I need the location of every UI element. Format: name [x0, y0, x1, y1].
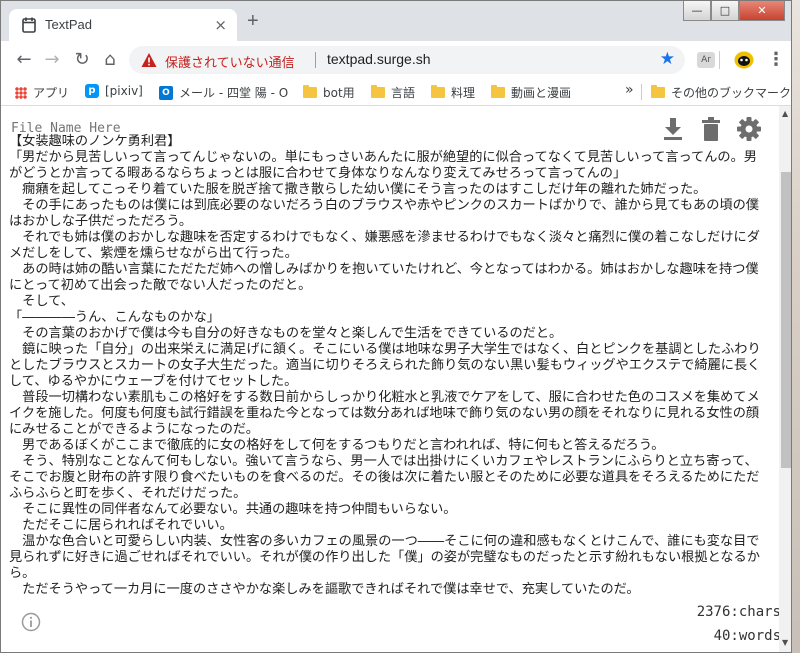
tab-title: TextPad [45, 17, 92, 32]
folder-icon [651, 85, 665, 98]
folder-icon [303, 85, 317, 98]
word-count: 40:words [713, 628, 781, 644]
scrollbar-thumb[interactable] [781, 172, 791, 468]
bookmark-pixiv[interactable]: p [pixiv] [85, 84, 143, 98]
home-icon[interactable]: ⌂ [99, 50, 121, 70]
browser-toolbar: ← → ↻ ⌂ 保護されていない通信 textpad.surge.sh ★ Ar… [1, 41, 791, 79]
bookmark-apps[interactable]: アプリ [15, 84, 69, 101]
char-count: 2376:chars [696, 604, 781, 620]
vertical-scrollbar[interactable]: ▲ ▼ [779, 106, 791, 652]
back-arrow-icon[interactable]: ← [13, 50, 35, 70]
window-controls: — □ ✕ [683, 1, 785, 23]
address-bar[interactable]: 保護されていない通信 textpad.surge.sh ★ [129, 46, 685, 74]
bookmark-label: bot用 [323, 86, 355, 100]
minimize-button[interactable]: — [683, 1, 711, 21]
bookmark-label: 料理 [451, 86, 476, 100]
outlook-icon: O [159, 85, 173, 100]
bookmark-mail[interactable]: O メール - 四堂 陽 - O [159, 84, 288, 101]
bookmark-language[interactable]: 言語 [371, 84, 415, 101]
info-icon[interactable] [21, 612, 41, 632]
bookmark-label: [pixiv] [105, 84, 143, 98]
tab-textpad[interactable]: TextPad × [9, 9, 237, 41]
folder-icon [491, 85, 505, 98]
warning-icon [141, 53, 157, 67]
maximize-button[interactable]: □ [711, 1, 739, 21]
omnibox-divider [315, 52, 316, 68]
notepad-icon [22, 17, 36, 33]
new-tab-button[interactable]: + [247, 11, 259, 31]
bookmark-videos[interactable]: 動画と漫画 [491, 84, 571, 101]
bookmark-label: その他のブックマーク [671, 86, 792, 100]
document-textarea[interactable]: 【女装趣味のノンケ勇利君】 「男だから見苦しいって言ってんじゃないの。単にもっさ… [9, 134, 764, 598]
bookmarks-overflow-button[interactable]: » [625, 82, 634, 98]
forward-arrow-icon[interactable]: → [41, 50, 63, 70]
folder-icon [431, 85, 445, 98]
tab-close-icon[interactable]: × [214, 16, 227, 34]
bookmark-label: メール - 四堂 陽 - O [179, 86, 289, 100]
bookmarks-bar: アプリ p [pixiv] O メール - 四堂 陽 - O bot用 言語 料… [1, 79, 791, 106]
bookmark-label: 動画と漫画 [511, 86, 572, 100]
download-icon[interactable] [661, 116, 685, 142]
security-status[interactable]: 保護されていない通信 [165, 52, 295, 71]
apps-grid-icon [15, 86, 27, 99]
browser-window: TextPad × + — □ ✕ ← → ↻ ⌂ 保護されていない通信 tex… [0, 0, 792, 653]
textpad-page: 【女装趣味のノンケ勇利君】 「男だから見苦しいって言ってんじゃないの。単にもっさ… [1, 106, 781, 652]
browser-menu-icon[interactable]: ⋮ [765, 50, 787, 70]
bookmark-label: アプリ [33, 86, 70, 100]
bookmark-other[interactable]: その他のブックマーク [651, 84, 791, 101]
url-text[interactable]: textpad.surge.sh [327, 51, 431, 67]
close-window-button[interactable]: ✕ [739, 1, 785, 21]
folder-icon [371, 85, 385, 98]
bookmark-label: 言語 [391, 86, 416, 100]
scroll-up-arrow-icon[interactable]: ▲ [782, 109, 788, 118]
settings-gear-icon[interactable] [737, 116, 761, 142]
bookmarks-divider [641, 84, 642, 100]
tab-strip: TextPad × + — □ ✕ [1, 1, 791, 41]
reload-icon[interactable]: ↻ [71, 50, 93, 70]
toolbar-divider [719, 51, 720, 69]
bookmark-bot[interactable]: bot用 [303, 84, 355, 101]
bookmark-cooking[interactable]: 料理 [431, 84, 475, 101]
trash-icon[interactable] [699, 116, 723, 142]
bookmark-star-icon[interactable]: ★ [660, 49, 675, 69]
scroll-down-arrow-icon[interactable]: ▼ [782, 638, 788, 647]
pixiv-icon: p [85, 84, 99, 98]
extension-icon[interactable]: Ar [697, 52, 715, 68]
profile-avatar-icon[interactable] [734, 51, 754, 69]
